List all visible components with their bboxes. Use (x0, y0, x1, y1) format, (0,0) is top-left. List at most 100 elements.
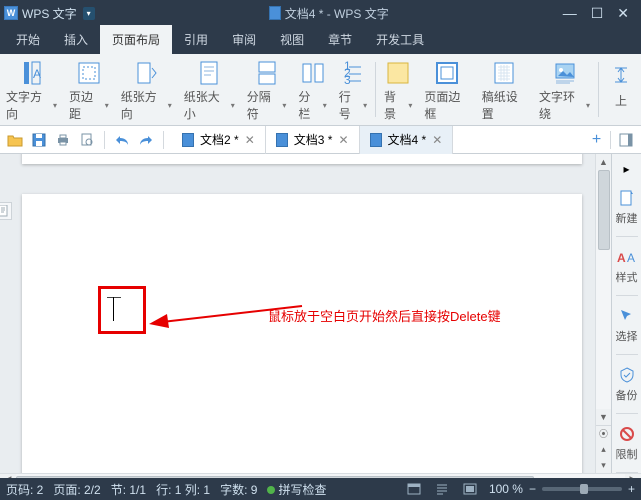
side-tool-新建[interactable]: 新建 (616, 188, 638, 226)
ribbon-label: 页边距▾ (69, 88, 109, 122)
ribbon-上[interactable]: 上 (601, 56, 641, 123)
status-page-count[interactable]: 页面: 2/2 (53, 481, 100, 498)
ribbon-纸张大小[interactable]: 纸张大小▾ (178, 56, 241, 123)
horizontal-scrollbar[interactable]: ◀ ▶ (0, 473, 641, 478)
view-outline-icon[interactable] (433, 480, 451, 498)
svg-text:3: 3 (344, 73, 351, 86)
side-panel-collapse-icon[interactable]: ▸ (618, 160, 636, 178)
scroll-up-button[interactable]: ▲ (596, 154, 611, 170)
menu-tab-6[interactable]: 章节 (316, 25, 364, 54)
menu-tab-3[interactable]: 引用 (172, 25, 220, 54)
menu-bar: 开始插入页面布局引用审阅视图章节开发工具 (0, 26, 641, 54)
page-2[interactable]: 鼠标放于空白页开始然后直接按Delete键 (22, 194, 582, 473)
ribbon-页面边框[interactable]: 页面边框 (418, 56, 475, 123)
menu-tab-7[interactable]: 开发工具 (364, 25, 436, 54)
close-tab-icon[interactable]: ✕ (245, 133, 255, 147)
minimize-button[interactable]: — (563, 5, 577, 22)
menu-tab-0[interactable]: 开始 (4, 25, 52, 54)
ribbon-icon (490, 60, 518, 86)
document-canvas[interactable]: 鼠标放于空白页开始然后直接按Delete键 (0, 154, 595, 473)
redo-icon[interactable] (137, 131, 155, 149)
ribbon-icon (195, 60, 223, 86)
ribbon-背景[interactable]: 背景▾ (378, 56, 418, 123)
menu-tab-1[interactable]: 插入 (52, 25, 100, 54)
quick-access-toolbar: 文档2 *✕文档3 *✕文档4 *✕ + (0, 126, 641, 154)
side-tool-样式[interactable]: AA样式 (616, 247, 638, 285)
ribbon-icon: A (18, 60, 46, 86)
side-tool-选择[interactable]: 选择 (616, 306, 638, 344)
ribbon-label: 背景▾ (384, 88, 412, 122)
zoom-slider-thumb[interactable] (580, 484, 588, 494)
svg-text:A: A (617, 251, 626, 265)
menu-tab-5[interactable]: 视图 (268, 25, 316, 54)
document-icon (370, 133, 382, 147)
page-indicator-icon[interactable] (0, 202, 12, 220)
zoom-out-button[interactable]: − (529, 482, 536, 496)
menu-tab-2[interactable]: 页面布局 (100, 25, 172, 54)
ribbon-icon (299, 60, 327, 86)
window-title: 文档4 * - WPS 文字 (95, 5, 563, 22)
ribbon-icon (551, 60, 579, 86)
ribbon-label: 稿纸设置 (482, 88, 527, 122)
ribbon-文字环绕[interactable]: 文字环绕▾ (533, 56, 596, 123)
ribbon-icon (132, 60, 160, 86)
ribbon-行号[interactable]: 123行号▾ (333, 56, 373, 123)
prev-page-button[interactable]: ⦿ (596, 425, 611, 441)
close-tab-icon[interactable]: ✕ (432, 133, 442, 147)
ribbon-icon (253, 60, 281, 86)
side-tool-label: 选择 (616, 328, 638, 344)
page-1[interactable] (22, 154, 582, 164)
ribbon-稿纸设置[interactable]: 稿纸设置 (476, 56, 533, 123)
scroll-down-button[interactable]: ▼ (596, 409, 611, 425)
view-print-layout-icon[interactable] (405, 480, 423, 498)
ribbon-分隔符[interactable]: 分隔符▾ (241, 56, 293, 123)
side-tool-限制[interactable]: 限制 (616, 424, 638, 462)
status-page-number[interactable]: 页码: 2 (6, 481, 43, 498)
side-tool-备份[interactable]: 备份 (616, 365, 638, 403)
ribbon-页边距[interactable]: 页边距▾ (63, 56, 115, 123)
document-tab-0[interactable]: 文档2 *✕ (172, 126, 266, 154)
hscroll-thumb[interactable] (16, 476, 534, 478)
status-char-count[interactable]: 字数: 9 (220, 481, 257, 498)
annotation-text: 鼠标放于空白页开始然后直接按Delete键 (268, 306, 501, 325)
document-tab-2[interactable]: 文档4 *✕ (360, 126, 454, 154)
page-up-nav-button[interactable]: ▴ (596, 441, 611, 457)
zoom-slider[interactable] (542, 487, 622, 491)
document-tab-1[interactable]: 文档3 *✕ (266, 126, 360, 154)
work-area: 鼠标放于空白页开始然后直接按Delete键 ▲ ▼ ⦿ ▴ ▾ ▸ 新建 AA样式… (0, 154, 641, 478)
status-spellcheck[interactable]: 拼写检查 (267, 481, 326, 498)
document-tab-bar: 文档2 *✕文档3 *✕文档4 *✕ (172, 126, 583, 154)
vertical-scrollbar[interactable]: ▲ ▼ ⦿ ▴ ▾ (595, 154, 611, 473)
scroll-thumb[interactable] (598, 170, 610, 250)
close-tab-icon[interactable]: ✕ (338, 133, 348, 147)
app-menu-dropdown[interactable]: ▾ (83, 7, 95, 20)
menu-tab-4[interactable]: 审阅 (220, 25, 268, 54)
ribbon-分栏[interactable]: 分栏▾ (292, 56, 332, 123)
ribbon-纸张方向[interactable]: 纸张方向▾ (115, 56, 178, 123)
print-icon[interactable] (54, 131, 72, 149)
page-down-nav-button[interactable]: ▾ (596, 457, 611, 473)
open-icon[interactable] (6, 131, 24, 149)
new-tab-button[interactable]: + (583, 131, 611, 149)
ribbon-label: 文字环绕▾ (539, 88, 590, 122)
side-tool-icon (617, 188, 637, 208)
undo-icon[interactable] (113, 131, 131, 149)
scroll-track[interactable] (596, 170, 611, 409)
print-preview-icon[interactable] (78, 131, 96, 149)
maximize-button[interactable]: ☐ (591, 5, 604, 22)
ribbon-label: 页面边框 (424, 88, 469, 122)
close-button[interactable]: ✕ (617, 5, 629, 22)
document-icon (182, 133, 194, 147)
side-tool-icon (617, 306, 637, 326)
side-tool-icon: AA (617, 247, 637, 267)
app-logo-icon: W (4, 6, 18, 20)
side-panel: ▸ 新建 AA样式选择备份限制 (611, 154, 641, 473)
ribbon-label: 纸张大小▾ (184, 88, 235, 122)
ribbon-文字方向[interactable]: A文字方向▾ (0, 56, 63, 123)
zoom-in-button[interactable]: + (628, 482, 635, 496)
zoom-value[interactable]: 100 % (489, 482, 523, 496)
sidebar-toggle-icon[interactable] (617, 131, 635, 149)
view-web-icon[interactable] (461, 480, 479, 498)
hscroll-track[interactable] (16, 474, 625, 478)
save-icon[interactable] (30, 131, 48, 149)
